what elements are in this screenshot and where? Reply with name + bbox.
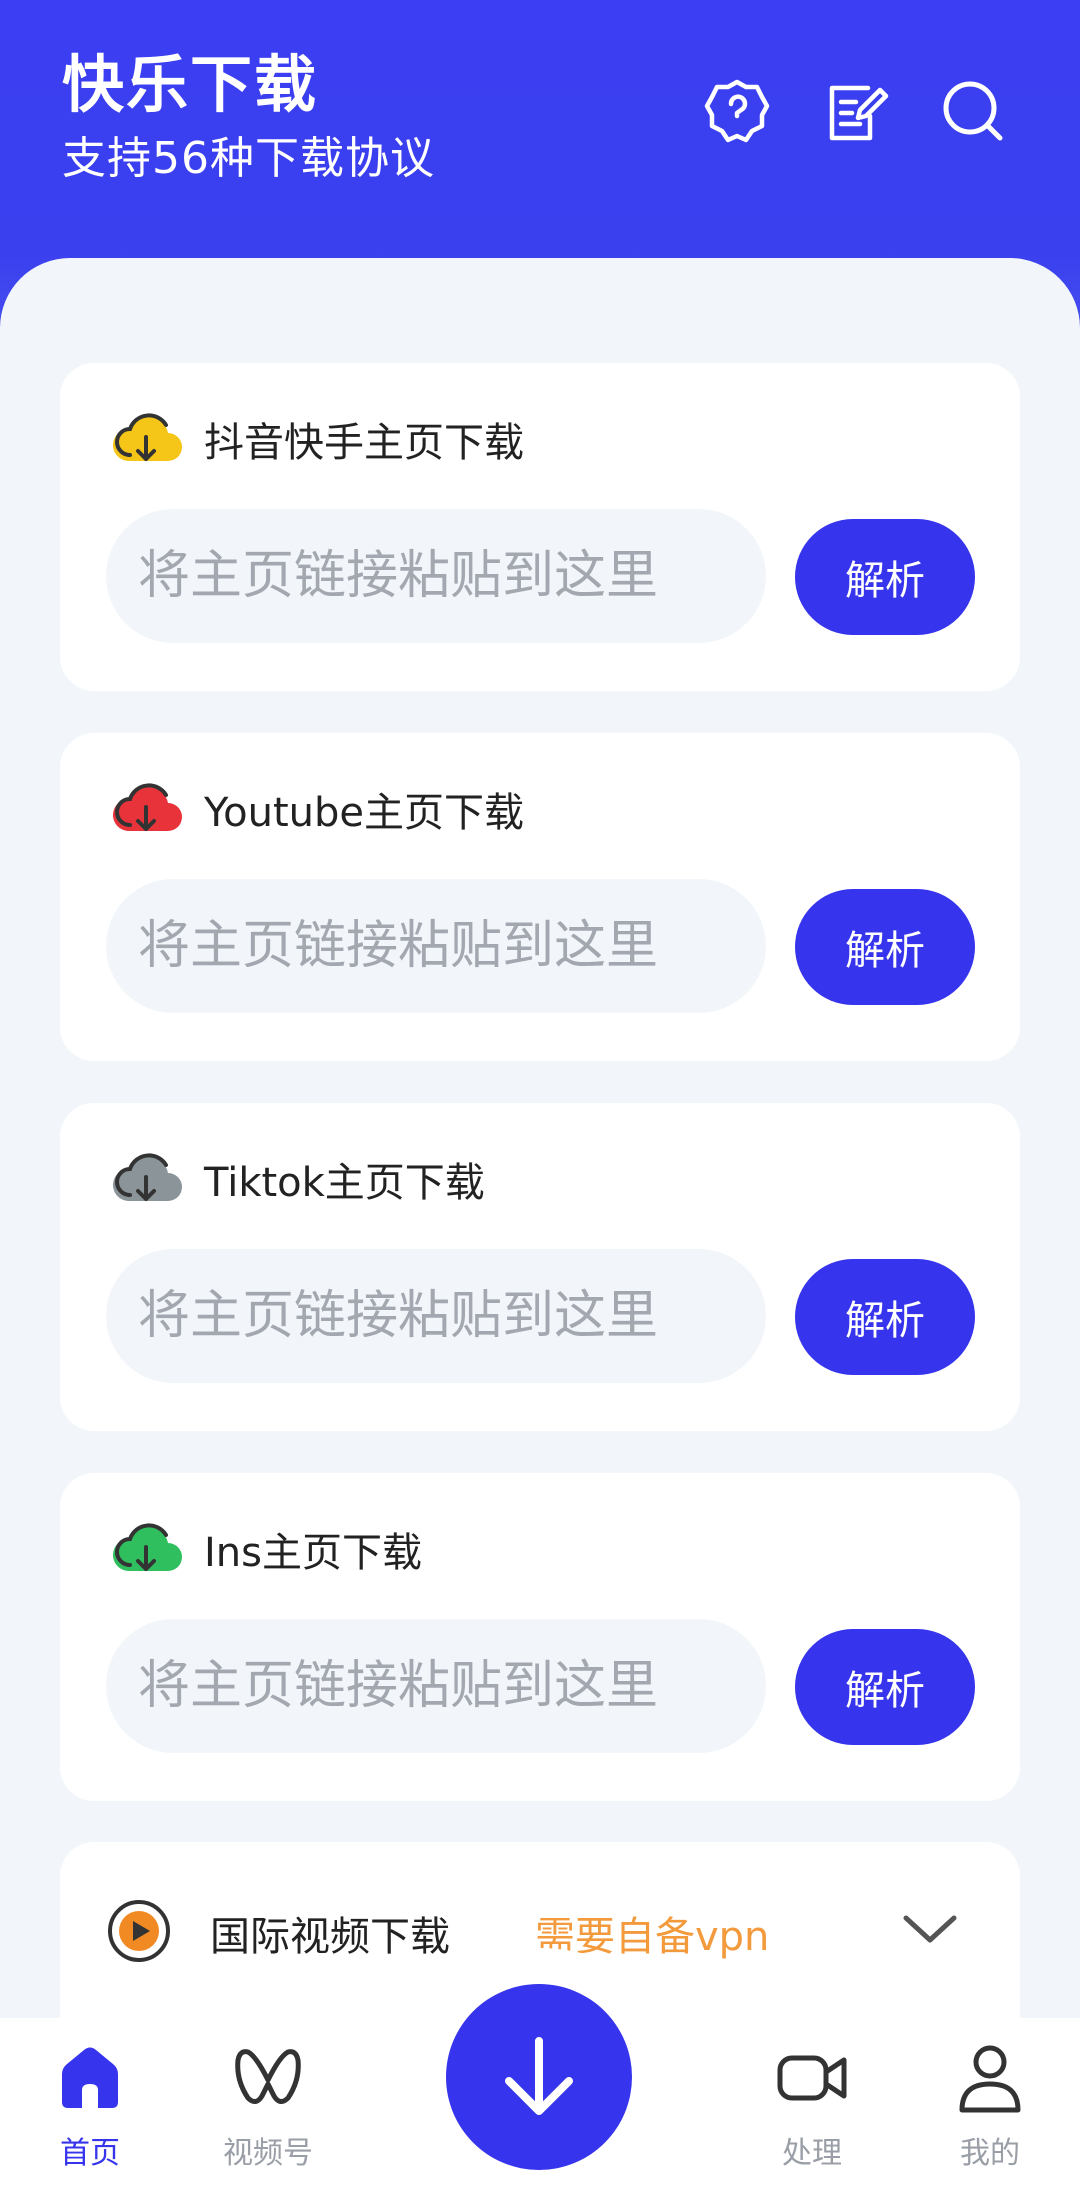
card-header: Ins主页下载: [108, 1519, 422, 1579]
nav-label: 首页: [60, 2136, 120, 2171]
link-input[interactable]: [106, 1619, 766, 1753]
cloud-download-icon: [112, 1153, 182, 1201]
tiktok-card: Tiktok主页下载 解析: [60, 1103, 1020, 1431]
search-icon[interactable]: [936, 74, 1010, 148]
app-title: 快乐下载: [62, 48, 319, 121]
parse-button[interactable]: 解析: [795, 519, 975, 635]
parse-button[interactable]: 解析: [795, 1259, 975, 1375]
link-input[interactable]: [106, 1249, 766, 1383]
video-camera-icon: [777, 2055, 847, 2101]
app-subtitle: 支持56种下载协议: [62, 133, 435, 184]
notes-icon[interactable]: [818, 74, 892, 148]
download-fab[interactable]: [446, 1984, 632, 2170]
parse-button[interactable]: 解析: [795, 1629, 975, 1745]
card-header: Tiktok主页下载: [108, 1149, 485, 1209]
link-input[interactable]: [106, 879, 766, 1013]
play-circle-icon: [108, 1900, 170, 1962]
youtube-card: Youtube主页下载 解析: [60, 733, 1020, 1061]
link-input[interactable]: [106, 509, 766, 643]
card-title: Tiktok主页下载: [204, 1160, 485, 1206]
profile-icon: [959, 2045, 1021, 2113]
home-icon: [62, 2047, 118, 2108]
card-title: Ins主页下载: [204, 1530, 422, 1576]
nav-item-process[interactable]: 处理: [752, 2040, 872, 2186]
nav-label: 处理: [782, 2136, 842, 2171]
chevron-down-icon[interactable]: [900, 1904, 960, 1954]
cloud-download-icon: [112, 1523, 182, 1571]
cloud-download-icon: [112, 783, 182, 831]
card-title: 抖音快手主页下载: [204, 420, 524, 466]
cloud-download-icon: [112, 413, 182, 461]
intl-title: 国际视频下载: [210, 1914, 450, 1960]
download-arrow-icon: [505, 2037, 573, 2115]
channels-icon: [235, 2049, 301, 2104]
nav-label: 我的: [960, 2136, 1020, 2171]
nav-item-channels[interactable]: 视频号: [208, 2040, 328, 2186]
card-title: Youtube主页下载: [204, 790, 524, 836]
settings-icon[interactable]: [700, 74, 774, 148]
ins-card: Ins主页下载 解析: [60, 1473, 1020, 1801]
card-header: Youtube主页下载: [108, 779, 524, 839]
douyin-kuaishou-card: 抖音快手主页下载 解析: [60, 363, 1020, 691]
card-header: 抖音快手主页下载: [108, 409, 524, 469]
nav-label: 视频号: [223, 2136, 313, 2171]
nav-item-profile[interactable]: 我的: [930, 2040, 1050, 2186]
nav-item-home[interactable]: 首页: [30, 2040, 150, 2186]
parse-button[interactable]: 解析: [795, 889, 975, 1005]
